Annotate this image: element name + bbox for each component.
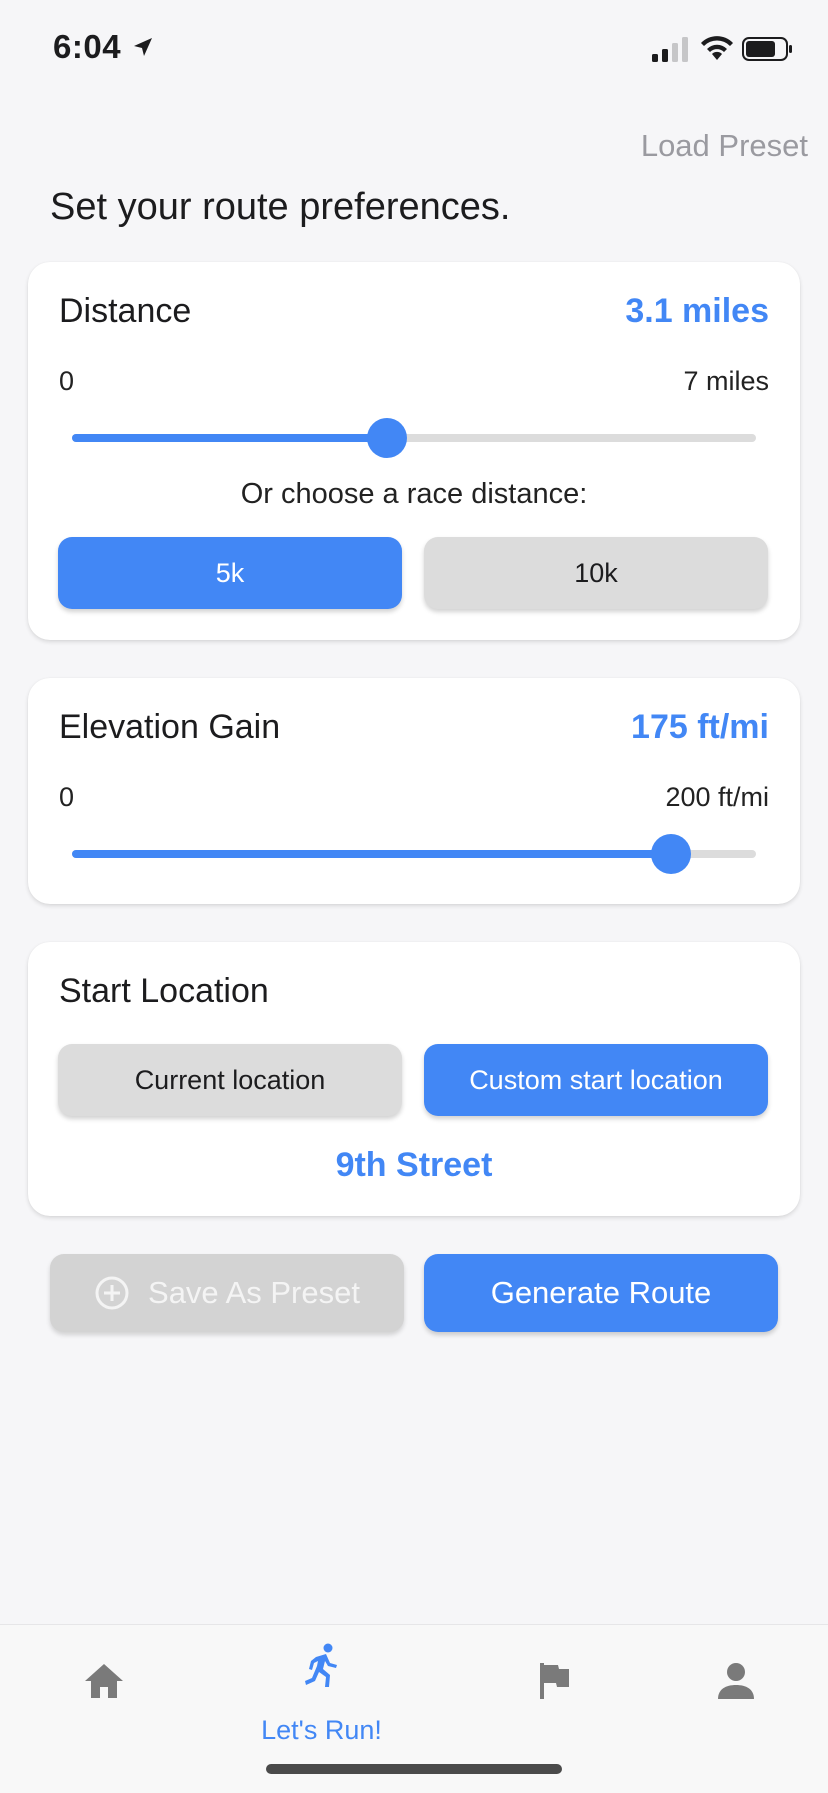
save-as-preset-button[interactable]: Save As Preset	[50, 1254, 404, 1332]
race-5k-button[interactable]: 5k	[58, 537, 402, 609]
elevation-card: Elevation Gain 175 ft/mi 0 200 ft/mi	[28, 678, 800, 904]
generate-route-button[interactable]: Generate Route	[424, 1254, 778, 1332]
home-icon	[84, 1664, 123, 1698]
distance-slider-fill	[72, 434, 387, 442]
current-location-button[interactable]: Current location	[58, 1044, 402, 1116]
location-arrow-icon	[134, 38, 152, 56]
distance-card: Distance 3.1 miles 0 7 miles Or choose a…	[28, 262, 800, 640]
wifi-icon	[701, 36, 733, 60]
elevation-range-max: 200 ft/mi	[665, 782, 769, 812]
distance-range-min: 0	[59, 366, 75, 396]
distance-slider[interactable]	[72, 418, 756, 458]
signal-icon	[652, 37, 688, 62]
person-icon	[717, 1663, 754, 1699]
page-title: Set your route preferences.	[50, 186, 511, 228]
custom-location-value[interactable]: 9th Street	[28, 1146, 800, 1185]
race-distance-prompt: Or choose a race distance:	[240, 478, 588, 510]
tab-home[interactable]	[0, 1625, 207, 1745]
start-location-card: Start Location Current location Custom s…	[28, 942, 800, 1216]
elevation-title: Elevation Gain	[59, 708, 281, 746]
elevation-slider[interactable]	[72, 834, 756, 874]
runner-icon	[304, 1643, 337, 1687]
start-location-title: Start Location	[59, 972, 269, 1010]
tab-lets-run[interactable]: Let's Run!	[218, 1625, 425, 1745]
distance-range-max: 7 miles	[683, 366, 769, 396]
save-as-preset-label: Save As Preset	[148, 1275, 360, 1310]
tab-profile[interactable]	[632, 1625, 828, 1745]
tab-routes[interactable]	[450, 1625, 657, 1745]
elevation-slider-fill	[72, 850, 671, 858]
home-indicator	[266, 1764, 562, 1774]
distance-slider-thumb[interactable]	[366, 418, 407, 458]
distance-value: 3.1 miles	[625, 292, 769, 330]
elevation-slider-thumb[interactable]	[650, 834, 691, 874]
tab-lets-run-label: Let's Run!	[261, 1715, 382, 1745]
add-circle-icon	[95, 1276, 129, 1310]
battery-icon	[742, 37, 792, 61]
elevation-value: 175 ft/mi	[631, 708, 769, 746]
custom-start-location-button[interactable]: Custom start location	[424, 1044, 768, 1116]
status-time: 6:04	[53, 28, 122, 65]
elevation-range-min: 0	[59, 782, 75, 812]
load-preset-link[interactable]: Load Preset	[641, 128, 808, 164]
race-10k-button[interactable]: 10k	[424, 537, 768, 609]
flag-icon	[539, 1663, 569, 1699]
distance-title: Distance	[59, 292, 192, 330]
